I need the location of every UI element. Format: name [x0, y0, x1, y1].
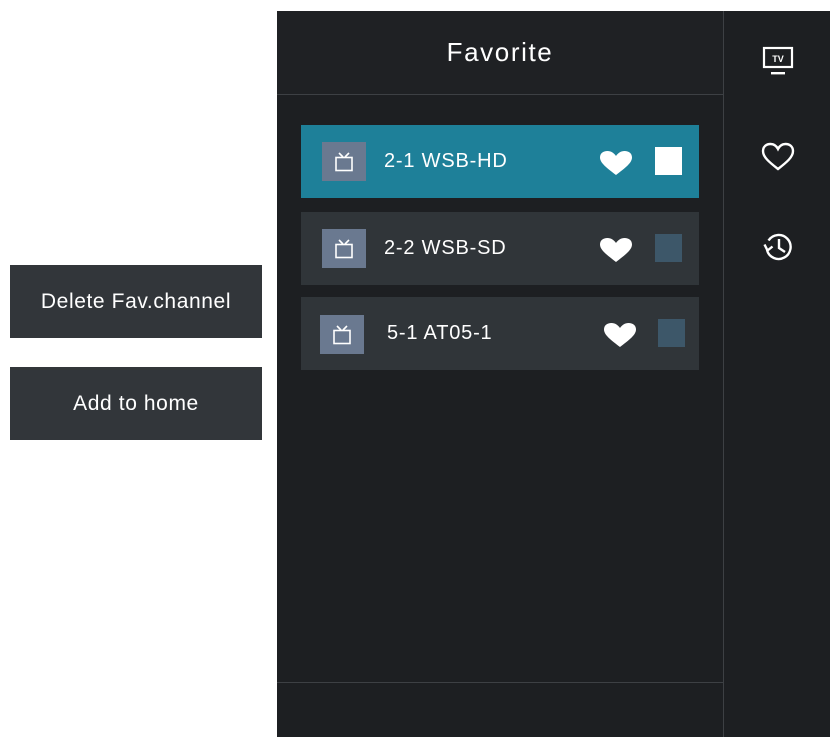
channel-checkbox[interactable] — [658, 319, 685, 347]
tv-icon-text: TV — [772, 54, 784, 64]
channel-name: 5-1 AT05-1 — [387, 322, 493, 344]
channel-row[interactable]: 2-1 WSB-HD — [301, 125, 699, 198]
tv-icon[interactable]: TV — [760, 44, 796, 80]
footer-divider — [277, 682, 723, 683]
favorite-heart-icon[interactable] — [599, 150, 633, 176]
add-to-home-button[interactable]: Add to home — [10, 367, 262, 440]
favorite-heart-icon[interactable] — [599, 237, 633, 263]
delete-fav-channel-label: Delete Fav.channel — [40, 289, 232, 313]
channel-name: 2-2 WSB-SD — [384, 237, 507, 259]
heart-outline-icon[interactable] — [760, 139, 796, 175]
panel-header: Favorite — [277, 11, 723, 95]
favorite-heart-icon[interactable] — [603, 322, 637, 348]
channel-row[interactable]: 5-1 AT05-1 — [301, 297, 699, 370]
add-to-home-label: Add to home — [73, 391, 199, 415]
favorite-panel: Favorite 2-1 WSB-HD 2-2 WSB-SD 5-1 AT05-… — [277, 11, 723, 737]
tv-channel-icon — [320, 315, 364, 354]
channel-row[interactable]: 2-2 WSB-SD — [301, 212, 699, 285]
tv-channel-icon — [322, 229, 366, 268]
delete-fav-channel-button[interactable]: Delete Fav.channel — [10, 265, 262, 338]
channel-name: 2-1 WSB-HD — [384, 150, 508, 172]
tv-channel-icon — [322, 142, 366, 181]
side-nav: TV — [723, 11, 830, 737]
page-title: Favorite — [446, 37, 554, 67]
channel-checkbox[interactable] — [655, 234, 682, 262]
history-icon[interactable] — [760, 229, 796, 265]
channel-checkbox[interactable] — [655, 147, 682, 175]
